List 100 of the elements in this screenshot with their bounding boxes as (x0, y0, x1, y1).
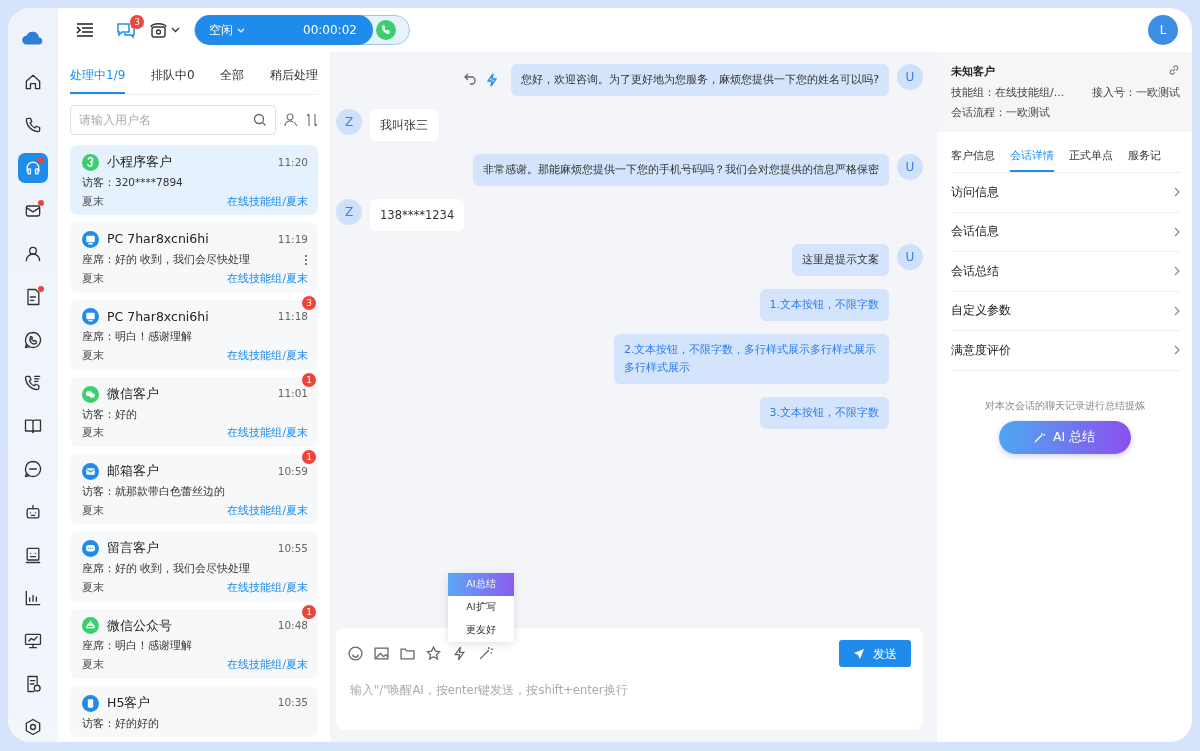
message-bubble: 我叫张三 (370, 109, 438, 141)
conversation-card[interactable]: PC 7har8xcni6hi 11:18 座席：明白！感谢理解 夏末 在线技能组/夏末 3 (70, 299, 318, 370)
chevron-icon (1174, 345, 1180, 356)
message-preview: 访客：就那款带白色蕾丝边的 (82, 483, 225, 499)
message-bubble: 138****1234 (370, 199, 465, 231)
conversation-card[interactable]: 微信客户 11:01 访客：好的 夏末 在线技能组/夏末 1 (70, 376, 318, 447)
bar-chart-icon (23, 588, 43, 608)
message-bubble: 您好，欢迎咨询。为了更好地为您服务，麻烦您提供一下您的姓名可以吗? (511, 64, 889, 96)
section-row[interactable]: 自定义参数 (951, 291, 1180, 331)
caret-icon[interactable] (171, 27, 180, 33)
customer-name: 微信客户 (107, 384, 159, 403)
chevron-icon (1174, 266, 1180, 277)
unread-badge: 1 (302, 372, 316, 387)
message-preview: 座席：好的 收到，我们会尽快处理 (82, 252, 251, 267)
avatar: U (897, 244, 923, 270)
message-bubble: 这里是提示文案 (792, 244, 889, 276)
message-time: 10:59 (277, 463, 308, 479)
search-field[interactable]: 请输入用户名 (70, 105, 276, 135)
message-bubble: 非常感谢。那能麻烦您提供一下您的手机号码吗？我们会对您提供的信息严格保密 (473, 154, 889, 186)
section-row[interactable]: 会话总结 (951, 252, 1180, 292)
caret-icon (237, 27, 245, 33)
message-time: 11:20 (277, 154, 308, 170)
flow-text: 会话流程：一欧测试 (951, 105, 1051, 121)
customer-name: PC 7har8xcni6hi (107, 230, 209, 249)
speech-bubble-icon (23, 459, 43, 479)
undo-icon[interactable] (464, 73, 479, 85)
chevron-icon (1174, 305, 1180, 316)
phone-bubble-icon (23, 330, 43, 350)
image-icon[interactable] (374, 646, 389, 661)
call-timer: 00:00:02 (303, 22, 357, 39)
avatar: U (897, 64, 923, 90)
message-time: 11:18 (277, 309, 308, 324)
customer-name: PC 7har8xcni6hi (107, 307, 209, 326)
message-preview: 座席：好的 收到，我们会尽快处理 (82, 561, 251, 576)
unread-badge: 1 (302, 604, 316, 619)
user-icon (23, 244, 43, 264)
monitor-chart-icon (23, 631, 43, 651)
message-preview: 访客：好的 (82, 406, 137, 422)
phone-icon (23, 115, 43, 135)
message-time: 11:01 (277, 386, 308, 402)
agent-name: 夏末 (82, 425, 104, 441)
message-preview: 访客：320****7894 (82, 174, 183, 190)
detail-tab[interactable]: 服务记 (1128, 147, 1161, 172)
detail-tab[interactable]: 会话详情 (1010, 147, 1054, 172)
list-tab[interactable]: 排队中0 (151, 62, 195, 94)
magic-wand-icon[interactable] (478, 646, 493, 661)
detail-tab[interactable]: 客户信息 (951, 147, 995, 172)
section-row[interactable]: 满意度评价 (951, 331, 1180, 371)
user-filter-icon[interactable] (284, 113, 298, 127)
home-icon (23, 72, 43, 92)
conversation-card[interactable]: PC 7har8xcni6hi 11:19 座席：好的 收到，我们会尽快处理 夏末 在线技能组/夏末 (70, 222, 318, 293)
list-tab[interactable]: 全部 (220, 62, 245, 94)
conversation-card[interactable]: 小程序客户 11:20 访客：320****7894 夏末 在线技能组/夏末 (70, 145, 318, 216)
customer-name: 留言客户 (107, 539, 159, 558)
sort-icon[interactable] (306, 113, 318, 127)
customer-name: 邮箱客户 (107, 462, 159, 480)
unread-badge: 3 (130, 15, 144, 29)
message-time: 10:55 (277, 540, 308, 556)
avatar: Z (336, 199, 362, 225)
chat-icon[interactable] (116, 21, 136, 39)
link-icon[interactable] (1168, 64, 1180, 76)
emoji-icon[interactable] (348, 646, 363, 661)
message-time: 10:35 (277, 695, 308, 711)
send-icon (853, 647, 865, 660)
customer-name: 微信公众号 (107, 616, 172, 635)
ai-summary-button[interactable]: AI 总结 (998, 420, 1131, 454)
agent-name: 夏末 (82, 502, 104, 518)
avatar: Z (336, 109, 362, 135)
menu-icon[interactable] (76, 22, 94, 38)
detail-tab[interactable]: 正式单点 (1069, 147, 1113, 172)
conversation-card[interactable]: 微信公众号 10:48 座席：明白！感谢理解 夏末 在线技能组/夏末 1 (70, 608, 318, 679)
magic-wand-icon (1033, 431, 1045, 443)
list-tab[interactable]: 稍后处理 (269, 62, 318, 94)
unread-badge: 1 (302, 450, 316, 464)
agent-name: 夏末 (82, 193, 104, 209)
star-icon[interactable] (426, 646, 441, 661)
lightning-icon[interactable] (486, 73, 500, 87)
more-icon[interactable] (304, 253, 308, 266)
agent-name: 夏末 (82, 270, 104, 286)
section-row[interactable]: 会话信息 (951, 212, 1180, 252)
face-screen-icon (23, 545, 43, 565)
phone-list-icon (23, 373, 43, 393)
menu-item[interactable]: 更友好 (448, 619, 514, 642)
agent-name: 夏末 (82, 657, 104, 672)
customer-name: H5客户 (107, 693, 151, 712)
message-time: 11:19 (277, 231, 308, 247)
conversation-card[interactable]: 留言客户 10:55 座席：好的 收到，我们会尽快处理 夏末 在线技能组/夏末 (70, 531, 318, 602)
telephone-icon[interactable] (150, 22, 167, 38)
menu-item[interactable]: AI扩写 (448, 596, 514, 619)
search-icon[interactable] (253, 113, 267, 127)
message-preview: 访客：好的好的 (82, 715, 159, 731)
agent-name: 夏末 (82, 579, 104, 595)
conversation-card[interactable]: H5客户 10:35 访客：好的好的 (70, 685, 318, 738)
lightning-icon[interactable] (452, 646, 467, 661)
section-row[interactable]: 访问信息 (951, 173, 1180, 213)
unread-badge: 3 (302, 295, 316, 310)
folder-icon[interactable] (400, 646, 415, 661)
message-time: 10:48 (277, 618, 308, 633)
list-tab[interactable]: 处理中1/9 (70, 62, 126, 94)
ai-hint: 对本次会话的聊天记录进行总结提炼 (983, 398, 1146, 413)
